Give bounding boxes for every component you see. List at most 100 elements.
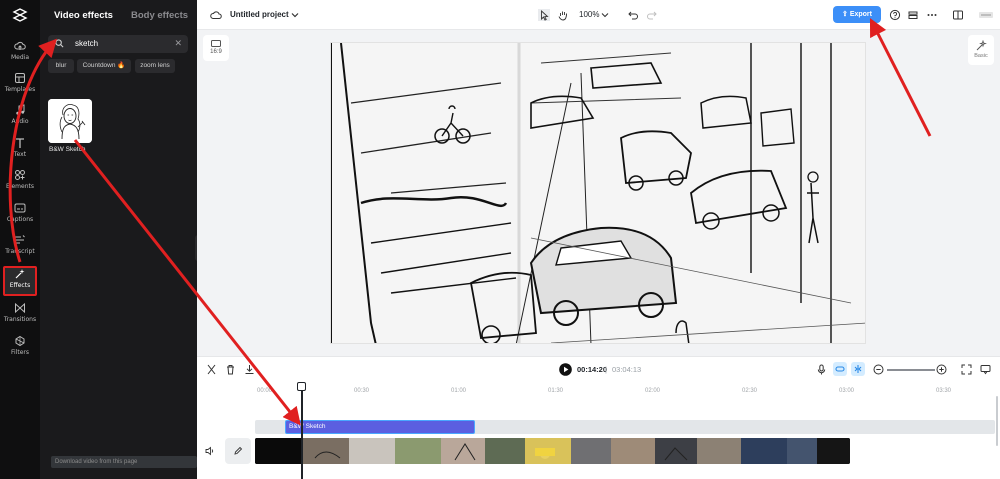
search-value: sketch: [75, 39, 99, 48]
sidebar-item-transcript[interactable]: Transcript: [0, 234, 40, 264]
download-icon[interactable]: [244, 364, 255, 375]
sidebar-item-captions[interactable]: Captions: [0, 202, 40, 232]
sidebar-item-filters[interactable]: Filters: [0, 335, 40, 365]
effects-panel: Video effects Body effects sketch ✕ blur…: [40, 0, 197, 479]
chevron-down-icon[interactable]: [289, 9, 301, 21]
sidebar-item-effects[interactable]: Effects: [3, 266, 37, 296]
playhead-handle[interactable]: [297, 382, 306, 391]
feedback-icon[interactable]: [980, 364, 991, 375]
sketch-portrait-thumbnail: [48, 99, 92, 143]
chip-countdown[interactable]: Countdown 🔥: [77, 59, 131, 73]
time-separator: |: [605, 365, 607, 374]
chip-zoom-lens[interactable]: zoom lens: [135, 59, 175, 73]
more-options-icon[interactable]: [926, 9, 938, 21]
timeline-panel: 00:00 00:30 01:00 01:30 02:00 02:30 03:0…: [197, 382, 1000, 479]
basic-panel-button[interactable]: Basic: [968, 35, 994, 65]
snap-icon: [854, 365, 862, 373]
export-label: Export: [849, 11, 872, 18]
zoom-in-icon[interactable]: [936, 364, 947, 375]
sidebar-item-transitions[interactable]: Transitions: [0, 302, 40, 332]
sketch-street-scene-image: [331, 43, 865, 343]
split-icon[interactable]: [206, 364, 217, 375]
timeline-tick: 01:30: [548, 388, 564, 394]
track-audio-icon[interactable]: [205, 446, 215, 456]
sidebar-item-media[interactable]: Media: [0, 40, 40, 70]
top-toolbar: Untitled project 100% ⇪ Export: [197, 0, 1000, 30]
sidebar-item-label: Transcript: [5, 248, 35, 255]
basic-label: Basic: [974, 53, 988, 59]
left-nav-rail: Media Templates Audio Text Elements Capt…: [0, 0, 40, 479]
captions-icon: [14, 203, 26, 213]
magic-wand-icon: [976, 40, 987, 51]
effect-label-bw-sketch: B&W Sketch: [49, 146, 86, 153]
undo-icon[interactable]: [627, 9, 639, 21]
chip-blur[interactable]: blur: [48, 59, 74, 73]
sidebar-item-label: Transitions: [3, 316, 37, 323]
sidebar-item-label: Effects: [9, 282, 31, 289]
pointer-tool-icon[interactable]: [538, 9, 550, 21]
microphone-icon[interactable]: [816, 364, 827, 375]
sidebar-item-label: Audio: [11, 118, 29, 125]
video-track-clip[interactable]: [255, 438, 850, 464]
cover-edit-button[interactable]: [225, 438, 251, 464]
aspect-ratio-label: 16:9: [210, 49, 222, 55]
sidebar-item-text[interactable]: Text: [0, 137, 40, 167]
download-note[interactable]: Download video from this page: [51, 456, 197, 468]
hand-tool-icon[interactable]: [557, 9, 569, 21]
effect-clip-bw-sketch[interactable]: B&W Sketch: [285, 420, 475, 434]
effect-thumbnail-bw-sketch[interactable]: [48, 99, 92, 143]
templates-icon: [15, 73, 25, 83]
pencil-icon: [234, 446, 243, 455]
timeline-tick: 00:30: [354, 388, 370, 394]
transitions-icon: [15, 302, 25, 314]
clear-search-icon[interactable]: ✕: [174, 38, 182, 49]
timeline-tick: 00:00: [257, 388, 273, 394]
timeline-tick: 02:00: [645, 388, 661, 394]
zoom-chevron-down-icon[interactable]: [599, 9, 611, 21]
current-time: 00:14:20: [577, 365, 608, 374]
playback-bar: 00:14:20 | 03:04:13: [197, 356, 1000, 382]
playhead-line[interactable]: [301, 382, 303, 479]
timeline-zoom-slider[interactable]: [887, 369, 935, 371]
cloud-upload-icon: [14, 41, 26, 50]
sidebar-item-label: Elements: [6, 183, 34, 190]
user-avatar-icon[interactable]: [978, 9, 994, 21]
video-thumbnails-strip: [255, 438, 850, 464]
layout-panel-icon[interactable]: [952, 9, 964, 21]
zoom-level[interactable]: 100%: [579, 10, 599, 19]
aspect-ratio-button[interactable]: 16:9: [203, 35, 229, 61]
project-title[interactable]: Untitled project: [230, 10, 289, 19]
sidebar-item-label: Filters: [11, 349, 29, 356]
redo-icon[interactable]: [646, 9, 658, 21]
timeline-scrollbar[interactable]: [996, 396, 998, 446]
transcript-icon: [15, 235, 25, 244]
zoom-out-icon[interactable]: [873, 364, 884, 375]
sidebar-item-label: Media: [10, 54, 30, 61]
magnet-toggle[interactable]: [833, 362, 847, 376]
sidebar-item-elements[interactable]: Elements: [0, 169, 40, 199]
filters-icon: [15, 335, 25, 347]
delete-icon[interactable]: [225, 364, 236, 375]
export-button[interactable]: ⇪ Export: [833, 6, 881, 23]
total-duration: 03:04:13: [612, 365, 642, 374]
tab-body-effects[interactable]: Body effects: [131, 10, 188, 21]
link-clips-icon: [835, 366, 845, 372]
capcut-logo: [12, 8, 28, 22]
cloud-icon[interactable]: [210, 9, 222, 21]
search-input[interactable]: sketch ✕: [48, 35, 188, 53]
sidebar-item-audio[interactable]: Audio: [0, 104, 40, 134]
effects-icon: [15, 269, 25, 279]
sidebar-item-label: Templates: [4, 86, 36, 93]
sidebar-item-templates[interactable]: Templates: [0, 72, 40, 102]
sidebar-item-label: Captions: [6, 216, 34, 223]
timeline-tick: 03:30: [936, 388, 952, 394]
help-icon[interactable]: [889, 9, 901, 21]
tab-video-effects[interactable]: Video effects: [54, 10, 113, 21]
stack-icon[interactable]: [907, 9, 919, 21]
snap-toggle[interactable]: [851, 362, 865, 376]
fullscreen-icon[interactable]: [961, 364, 972, 375]
video-preview-frame[interactable]: [330, 42, 866, 344]
timeline-tick: 01:00: [451, 388, 467, 394]
play-button-icon[interactable]: [559, 363, 572, 376]
effect-clip-label: B&W Sketch: [289, 423, 326, 430]
